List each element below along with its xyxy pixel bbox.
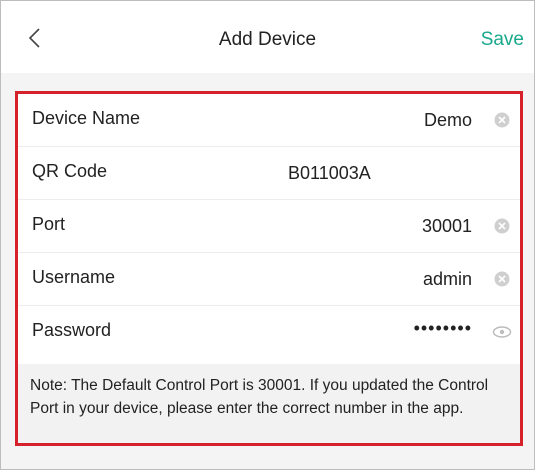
port-label: Port bbox=[32, 214, 66, 234]
password-row[interactable]: Password •••••••• bbox=[18, 306, 520, 358]
device-name-label: Device Name bbox=[32, 108, 141, 128]
qr-code-value: B011003A bbox=[288, 163, 371, 183]
username-label: Username bbox=[32, 267, 116, 287]
device-name-input[interactable]: Demo bbox=[424, 110, 472, 131]
port-input[interactable]: 30001 bbox=[422, 216, 472, 237]
eye-icon[interactable] bbox=[492, 325, 512, 339]
page-title: Add Device bbox=[218, 29, 317, 50]
device-name-row[interactable]: Device Name Demo bbox=[18, 94, 520, 147]
header-bar: Add Device Save bbox=[1, 1, 534, 73]
clear-icon[interactable] bbox=[494, 218, 510, 234]
qr-code-row: QR Code B011003A bbox=[18, 147, 520, 200]
password-label: Password bbox=[32, 320, 112, 340]
qr-code-label: QR Code bbox=[32, 161, 108, 181]
clear-icon[interactable] bbox=[494, 271, 510, 287]
username-row[interactable]: Username admin bbox=[18, 253, 520, 306]
device-form: Device Name Demo QR Code B011003A Port 3… bbox=[15, 91, 523, 446]
clear-icon[interactable] bbox=[494, 112, 510, 128]
username-input[interactable]: admin bbox=[423, 269, 472, 290]
save-button[interactable]: Save bbox=[481, 29, 524, 51]
port-row[interactable]: Port 30001 bbox=[18, 200, 520, 253]
port-note: Note: The Default Control Port is 30001.… bbox=[18, 364, 520, 443]
password-input[interactable]: •••••••• bbox=[414, 318, 472, 339]
